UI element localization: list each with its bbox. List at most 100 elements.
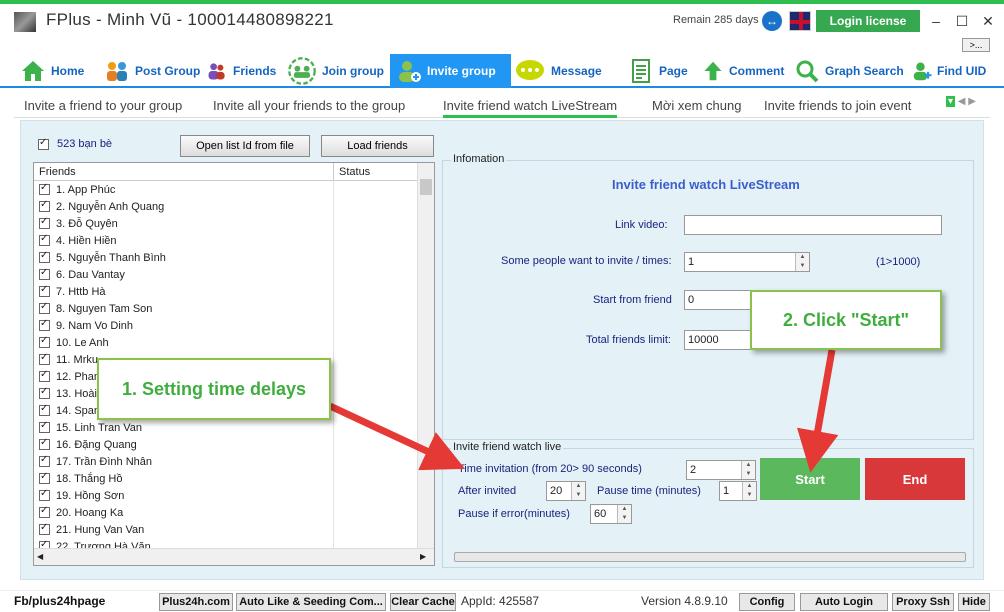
select-all-checkbox[interactable] <box>38 137 49 150</box>
scroll-thumb[interactable] <box>420 179 432 195</box>
friend-checkbox[interactable] <box>39 216 50 229</box>
pause-time-stepper[interactable]: ▲ ▼ <box>742 482 756 500</box>
table-row[interactable]: 7. Httb Hà <box>34 283 434 300</box>
login-license-button[interactable]: Login license <box>816 10 920 32</box>
config-button[interactable]: Config <box>739 593 795 611</box>
subtab-invite-event[interactable]: Invite friends to join event <box>764 98 911 113</box>
auto-login-button[interactable]: Auto Login <box>800 593 888 611</box>
table-row[interactable]: 20. Hoang Ka <box>34 504 434 521</box>
table-row[interactable]: 18. Thắng Hồ <box>34 470 434 487</box>
table-row[interactable]: 2. Nguyễn Anh Quang <box>34 198 434 215</box>
nav-comment[interactable]: Comment <box>702 54 784 88</box>
pause-error-field[interactable]: 60 ▲ ▼ <box>590 504 632 524</box>
subtab-invite-livestream[interactable]: Invite friend watch LiveStream <box>443 98 618 118</box>
scroll-right-icon[interactable]: ▶ <box>420 552 426 561</box>
friend-checkbox[interactable] <box>39 301 50 314</box>
pause-time-field[interactable]: 1 ▲ ▼ <box>719 481 757 501</box>
horizontal-scrollbar[interactable]: ◀ ▶ <box>34 548 434 565</box>
after-invited-field[interactable]: 20 ▲ ▼ <box>546 481 586 501</box>
time-invitation-stepper[interactable]: ▲ ▼ <box>741 461 755 479</box>
table-row[interactable]: 8. Nguyen Tam Son <box>34 300 434 317</box>
table-row[interactable]: 4. Hiền Hiền <box>34 232 434 249</box>
after-invited-stepper[interactable]: ▲ ▼ <box>571 482 585 500</box>
nav-post-group[interactable]: Post Group <box>104 54 200 88</box>
table-row[interactable]: 6. Dau Vantay <box>34 266 434 283</box>
friend-name: 5. Nguyễn Thanh Bình <box>56 251 166 264</box>
minimize-icon[interactable]: – <box>924 10 948 32</box>
friend-checkbox[interactable] <box>39 386 50 399</box>
friend-checkbox[interactable] <box>39 454 50 467</box>
friend-checkbox[interactable] <box>39 335 50 348</box>
table-row[interactable]: 10. Le Anh <box>34 334 434 351</box>
scroll-left-icon[interactable]: ◀ <box>37 552 43 561</box>
per-times-field[interactable]: 1 ▲ ▼ <box>684 252 810 272</box>
friend-checkbox[interactable] <box>39 420 50 433</box>
nav-home[interactable]: Home <box>20 54 84 88</box>
proxy-ssh-button[interactable]: Proxy Ssh <box>892 593 954 611</box>
nav-find-uid[interactable]: Find UID <box>912 54 986 88</box>
friend-checkbox[interactable] <box>39 505 50 518</box>
nav-invite-group[interactable]: Invite group <box>390 54 511 88</box>
join-group-icon <box>288 57 316 85</box>
nav-graph-search[interactable]: Graph Search <box>794 54 904 88</box>
table-row[interactable]: 1. App Phúc <box>34 181 434 198</box>
table-row[interactable]: 16. Đặng Quang <box>34 436 434 453</box>
start-button[interactable]: Start <box>760 458 860 500</box>
tab-menu-icon[interactable]: ▾ <box>946 96 956 107</box>
table-row[interactable]: 5. Nguyễn Thanh Bình <box>34 249 434 266</box>
collapse-button[interactable]: >... <box>962 38 990 52</box>
friend-checkbox[interactable] <box>39 437 50 450</box>
friend-cell: 20. Hoang Ka <box>34 504 334 521</box>
nav-friends[interactable]: Friends <box>206 54 276 88</box>
subtab-invite-all[interactable]: Invite all your friends to the group <box>213 98 405 113</box>
pause-error-value: 60 <box>594 508 607 520</box>
nav-message[interactable]: Message <box>514 54 602 88</box>
nav-page[interactable]: Page <box>628 54 688 88</box>
end-button[interactable]: End <box>865 458 965 500</box>
friend-checkbox[interactable] <box>39 233 50 246</box>
friend-checkbox[interactable] <box>39 488 50 501</box>
subtab-moi-xem-chung[interactable]: Mời xem chung <box>652 98 741 113</box>
friend-checkbox[interactable] <box>39 182 50 195</box>
maximize-icon[interactable]: ☐ <box>950 10 974 32</box>
friend-checkbox[interactable] <box>39 369 50 382</box>
start-from-field[interactable]: 0 <box>684 290 754 310</box>
nav-join-group[interactable]: Join group <box>287 54 384 88</box>
col-status[interactable]: Status <box>334 163 370 180</box>
hide-button[interactable]: Hide <box>958 593 990 611</box>
col-friends[interactable]: Friends <box>34 163 334 180</box>
friend-checkbox[interactable] <box>39 471 50 484</box>
friend-checkbox[interactable] <box>39 403 50 416</box>
table-row[interactable]: 15. Linh Tran Van <box>34 419 434 436</box>
auto-like-button[interactable]: Auto Like & Seeding Com... <box>236 593 386 611</box>
brand-link[interactable]: Fb/plus24hpage <box>14 594 105 608</box>
friend-checkbox[interactable] <box>39 318 50 331</box>
table-row[interactable]: 21. Hung Van Van <box>34 521 434 538</box>
pause-error-stepper[interactable]: ▲ ▼ <box>617 505 631 523</box>
limit-field[interactable]: 10000 <box>684 330 754 350</box>
nav-page-label: Page <box>659 64 688 78</box>
open-list-button[interactable]: Open list Id from file <box>180 135 310 157</box>
uk-flag-icon[interactable] <box>789 11 811 31</box>
friend-checkbox[interactable] <box>39 267 50 280</box>
friend-checkbox[interactable] <box>39 250 50 263</box>
link-video-input[interactable] <box>684 215 942 235</box>
site-button[interactable]: Plus24h.com <box>159 593 233 611</box>
table-row[interactable]: 3. Đỗ Quyên <box>34 215 434 232</box>
friend-checkbox[interactable] <box>39 352 50 365</box>
table-row[interactable]: 19. Hồng Sơn <box>34 487 434 504</box>
load-friends-button[interactable]: Load friends <box>321 135 434 157</box>
key-icon[interactable]: ↔ <box>762 11 782 31</box>
table-row[interactable]: 9. Nam Vo Dinh <box>34 317 434 334</box>
clear-cache-button[interactable]: Clear Cache <box>390 593 456 611</box>
time-invitation-field[interactable]: 2 ▲ ▼ <box>686 460 756 480</box>
friend-checkbox[interactable] <box>39 522 50 535</box>
subtab-invite-friend[interactable]: Invite a friend to your group <box>24 98 182 113</box>
tab-scroll-arrows[interactable]: ▾ ◀ ▶ <box>946 96 976 107</box>
friend-checkbox[interactable] <box>39 199 50 212</box>
table-row[interactable]: 17. Trần Đình Nhân <box>34 453 434 470</box>
vertical-scrollbar[interactable] <box>417 163 434 549</box>
friend-checkbox[interactable] <box>39 284 50 297</box>
close-icon[interactable]: ✕ <box>976 10 1000 32</box>
per-times-stepper[interactable]: ▲ ▼ <box>795 253 809 271</box>
